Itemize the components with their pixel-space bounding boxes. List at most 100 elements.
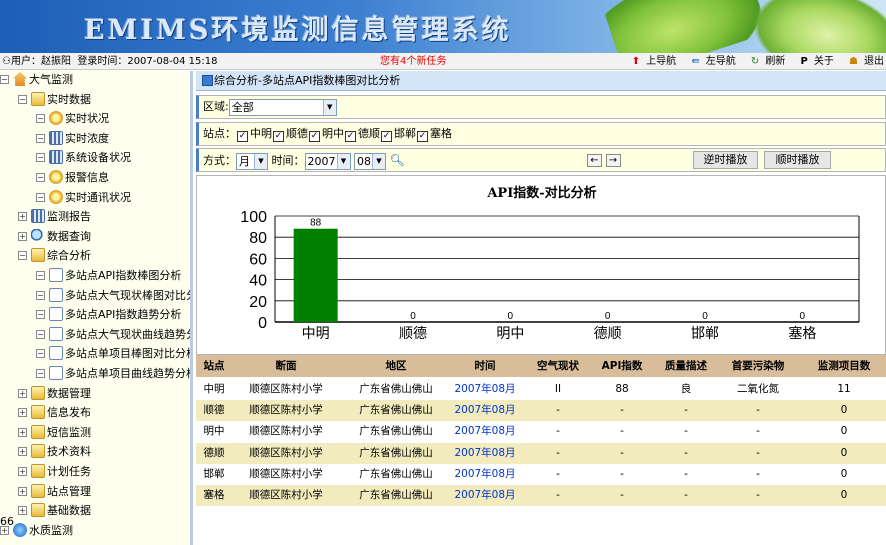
collapse-icon[interactable]: − bbox=[36, 369, 45, 378]
reverse-play-button[interactable]: 逆时播放 bbox=[693, 151, 758, 169]
station-checkbox[interactable]: ✓ bbox=[417, 131, 428, 142]
sidebar-item[interactable]: − 系统设备状况 bbox=[36, 149, 131, 167]
table-cell[interactable]: 2007年08月 bbox=[454, 379, 515, 400]
sidebar-item[interactable]: − 大气监测 bbox=[0, 71, 73, 89]
station-checkbox[interactable]: ✓ bbox=[309, 131, 320, 142]
collapse-icon[interactable]: − bbox=[0, 75, 9, 84]
expand-icon[interactable]: + bbox=[18, 408, 27, 418]
year-select[interactable]: 2007 ▼ bbox=[304, 152, 351, 170]
collapse-icon[interactable]: − bbox=[36, 173, 45, 182]
sidebar-item[interactable]: − 综合分析 bbox=[18, 247, 91, 265]
collapse-icon[interactable]: − bbox=[36, 271, 45, 280]
exit-icon: ☗ bbox=[849, 56, 858, 67]
sidebar-item[interactable]: + 站点管理 bbox=[18, 483, 91, 501]
table-row[interactable]: 邯郸 顺德区陈村小学 广东省佛山佛山 2007年08月 - - - - 0 bbox=[196, 463, 886, 485]
collapse-icon[interactable]: − bbox=[36, 114, 45, 124]
expand-icon[interactable]: + bbox=[18, 231, 27, 241]
doc-icon bbox=[49, 326, 63, 341]
table-row[interactable]: 中明 顺德区陈村小学 广东省佛山佛山 2007年08月 II 88 良 二氧化氮 11 bbox=[196, 379, 886, 400]
collapse-icon[interactable]: − bbox=[18, 94, 27, 104]
station-checkbox[interactable]: ✓ bbox=[345, 131, 356, 142]
collapse-icon[interactable]: − bbox=[36, 290, 45, 300]
station-checkboxes: ✓ 中明 ✓ 顺德 ✓ 明中 ✓ 德顺 ✓ 邯郸 ✓ 塞格 bbox=[236, 127, 452, 142]
expand-icon[interactable]: + bbox=[18, 427, 27, 437]
exit-link[interactable]: ☗ 退出 bbox=[843, 56, 884, 67]
region-select[interactable]: 全部 ▼ bbox=[228, 98, 337, 116]
table-row[interactable]: 明中 顺德区陈村小学 广东省佛山佛山 2007年08月 - - - - 0 bbox=[196, 421, 886, 443]
sidebar-item-label: 短信监测 bbox=[47, 425, 91, 439]
sidebar-item[interactable]: − 多站点大气现状棒图对比分 bbox=[36, 287, 190, 305]
sidebar-item[interactable]: − 实时数据 bbox=[18, 91, 91, 109]
station-checkbox[interactable]: ✓ bbox=[273, 131, 284, 142]
collapse-icon[interactable]: − bbox=[36, 349, 45, 359]
mode-select[interactable]: 月 ▼ bbox=[236, 152, 268, 170]
forward-play-button[interactable]: 顺时播放 bbox=[764, 151, 831, 169]
sidebar-item[interactable]: + 技术资料 bbox=[18, 443, 91, 461]
expand-icon[interactable]: + bbox=[18, 467, 27, 476]
expand-icon[interactable]: + bbox=[18, 447, 27, 457]
expand-icon[interactable]: + bbox=[18, 506, 27, 516]
expand-icon[interactable]: + bbox=[18, 212, 27, 222]
table-cell[interactable]: 2007年08月 bbox=[454, 443, 515, 464]
about-link[interactable]: P 关于 bbox=[795, 56, 834, 67]
sidebar-item[interactable]: − 实时浓度 bbox=[36, 130, 109, 148]
table-row[interactable]: 塞格 顺德区陈村小学 广东省佛山佛山 2007年08月 - - - - 0 bbox=[196, 485, 886, 506]
sidebar-item[interactable]: − 多站点API指数棒图分析 bbox=[36, 267, 181, 285]
sidebar-item[interactable]: − 实时通讯状况 bbox=[36, 189, 131, 207]
y-tick-label: 0 bbox=[258, 315, 267, 332]
sidebar-item[interactable]: + 数据管理 bbox=[18, 385, 91, 403]
sidebar-item-label: 数据查询 bbox=[47, 229, 91, 243]
y-tick-label: 40 bbox=[249, 273, 267, 290]
left-nav-link[interactable]: ⇚ 左导航 bbox=[685, 56, 735, 67]
collapse-icon[interactable]: − bbox=[36, 310, 45, 320]
y-tick-label: 60 bbox=[249, 251, 267, 268]
next-button[interactable]: → bbox=[605, 153, 621, 167]
sidebar-item[interactable]: − 多站点单项目棒图对比分析 bbox=[36, 345, 190, 363]
table-cell[interactable]: 2007年08月 bbox=[454, 485, 515, 506]
task-notice[interactable]: 您有4个新任务 bbox=[380, 53, 446, 70]
table-header: 站点 断面 地区 时间 空气现状 API指数 质量描述 首要污染物 监测项目数 bbox=[196, 355, 886, 377]
table-cell: 广东省佛山佛山 bbox=[359, 446, 433, 459]
collapse-icon[interactable]: − bbox=[36, 153, 45, 163]
sidebar-item-label: 技术资料 bbox=[47, 445, 91, 459]
sidebar-item[interactable]: + 监测报告 bbox=[18, 208, 91, 226]
sidebar-item[interactable]: + 信息发布 bbox=[18, 404, 91, 422]
sidebar-item[interactable]: + 计划任务 bbox=[18, 463, 91, 481]
sidebar-item[interactable]: − 多站点大气现状曲线趋势分 bbox=[36, 326, 190, 344]
table-cell[interactable]: 2007年08月 bbox=[454, 464, 515, 485]
table-cell: 广东省佛山佛山 bbox=[359, 404, 433, 417]
sidebar-item[interactable]: − 多站点单项目曲线趋势分析 bbox=[36, 365, 190, 383]
collapse-icon[interactable]: − bbox=[36, 192, 45, 202]
table-cell: 塞格 bbox=[203, 489, 225, 501]
station-checkbox-label: 明中 bbox=[322, 127, 344, 140]
refresh-link[interactable]: ↻ 刷新 bbox=[745, 56, 785, 67]
collapse-icon[interactable]: − bbox=[36, 133, 45, 143]
table-row[interactable]: 德顺 顺德区陈村小学 广东省佛山佛山 2007年08月 - - - - 0 bbox=[196, 442, 886, 464]
sidebar-item[interactable]: − 多站点API指数趋势分析 bbox=[36, 306, 181, 324]
page-number: 66 bbox=[0, 515, 14, 528]
station-checkbox-label: 邯郸 bbox=[394, 127, 416, 140]
expand-icon[interactable]: + bbox=[18, 388, 27, 398]
expand-icon[interactable]: + bbox=[18, 486, 27, 496]
table-row[interactable]: 顺德 顺德区陈村小学 广东省佛山佛山 2007年08月 - - - - 0 bbox=[196, 400, 886, 422]
collapse-icon[interactable]: − bbox=[18, 251, 27, 261]
month-select[interactable]: 08 ▼ bbox=[354, 152, 386, 170]
collapse-icon[interactable]: − bbox=[36, 329, 45, 339]
table-cell[interactable]: 2007年08月 bbox=[454, 421, 515, 442]
folder-icon bbox=[31, 424, 45, 439]
table-cell[interactable]: 2007年08月 bbox=[454, 400, 515, 421]
sidebar-item[interactable]: − 实时状况 bbox=[36, 110, 109, 128]
x-tick-label: 明中 bbox=[496, 326, 524, 342]
sidebar-item[interactable]: + 短信监测 bbox=[18, 424, 91, 442]
station-checkbox[interactable]: ✓ bbox=[381, 131, 392, 142]
sidebar-item[interactable]: + 数据查询 bbox=[18, 228, 91, 246]
station-checkbox[interactable]: ✓ bbox=[237, 131, 248, 142]
search-icon[interactable]: 🔍︎ bbox=[390, 153, 405, 167]
chevron-down-icon: ▼ bbox=[322, 99, 336, 115]
sidebar-item[interactable]: + 基础数据 bbox=[18, 502, 91, 520]
prev-button[interactable]: ← bbox=[587, 153, 602, 167]
sidebar-item-label: 报警信息 bbox=[65, 171, 109, 184]
left-arrow-icon: ⇚ bbox=[691, 56, 700, 67]
sidebar-item[interactable]: − 报警信息 bbox=[36, 169, 109, 187]
up-nav-link[interactable]: ⬆ 上导航 bbox=[626, 56, 676, 67]
